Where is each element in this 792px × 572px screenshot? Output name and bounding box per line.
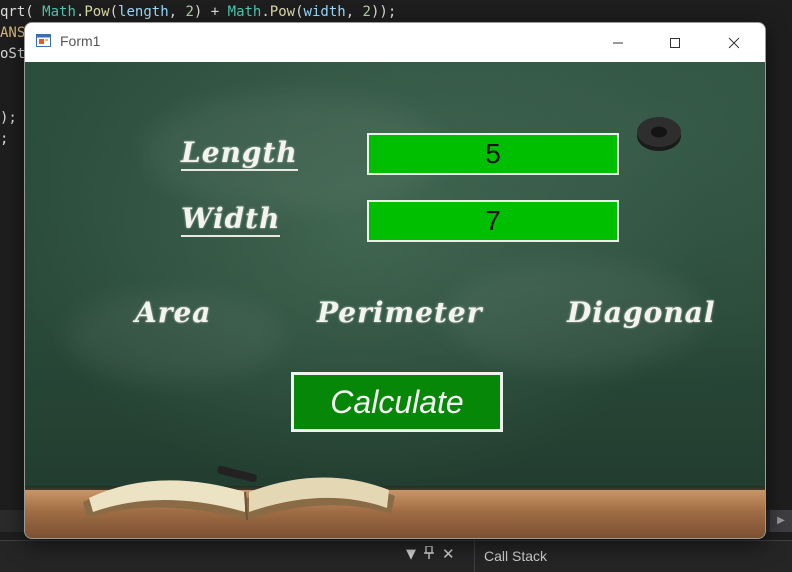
code-line: ; [0,131,8,147]
code-token: ; [0,131,9,147]
code-token: 2 [185,4,194,20]
code-token: , [345,4,363,20]
winforms-app-icon [36,33,52,49]
area-label: Area [135,296,212,329]
code-line: qrt( Math.Pow(length, 2) + Math.Pow(widt… [0,4,396,20]
chalkboard-background: Length Width Area Perimeter Diagonal Cal… [25,62,765,538]
minimize-icon [613,42,623,43]
close-icon [728,37,740,48]
diagonal-label: Diagonal [567,296,716,329]
code-line: oSt [0,46,25,62]
tab-call-stack[interactable]: Call Stack [484,548,547,564]
code-line: ); [0,110,17,126]
width-input[interactable] [367,200,619,242]
code-token: , [168,4,186,20]
code-token: Pow [84,4,110,20]
scroll-right-icon[interactable]: ▶ [770,510,792,532]
code-token: Pow [269,4,296,20]
window-title: Form1 [60,33,101,49]
length-label: Length [181,136,298,171]
code-line: ANS [0,25,25,41]
open-book-image [83,465,395,521]
code-token: oSt [0,46,26,62]
width-label: Width [181,202,281,237]
code-token: ( [295,4,304,20]
close-button[interactable] [711,23,757,62]
title-bar[interactable]: Form1 [25,23,765,62]
code-token: Math [42,4,76,20]
code-token: length [118,4,169,20]
magnet-icon [637,117,681,151]
calculate-button[interactable]: Calculate [291,372,503,432]
maximize-icon [670,37,680,48]
code-token: Math [227,4,262,20]
caret-down-icon[interactable]: ▼ [406,547,416,562]
maximize-button[interactable] [652,23,698,62]
code-token: . [261,4,270,20]
length-input[interactable] [367,133,619,175]
code-token: ANS [0,25,26,41]
close-icon[interactable]: ✕ [442,545,455,563]
bottom-tool-panel: ▼ ✕ Call Stack [0,540,792,572]
code-token: qrt( [0,4,43,20]
code-token: ); [0,110,17,126]
code-token: )); [370,4,397,20]
form-window: Form1 Length Width Area Perimeter Diagon… [24,22,766,539]
code-token: ( [109,4,119,20]
minimize-button[interactable] [595,23,641,62]
code-token: ) + [193,4,228,20]
pin-icon[interactable] [424,544,434,563]
code-token: 2 [362,4,371,20]
perimeter-label: Perimeter [317,296,483,329]
code-token: width [303,4,346,20]
